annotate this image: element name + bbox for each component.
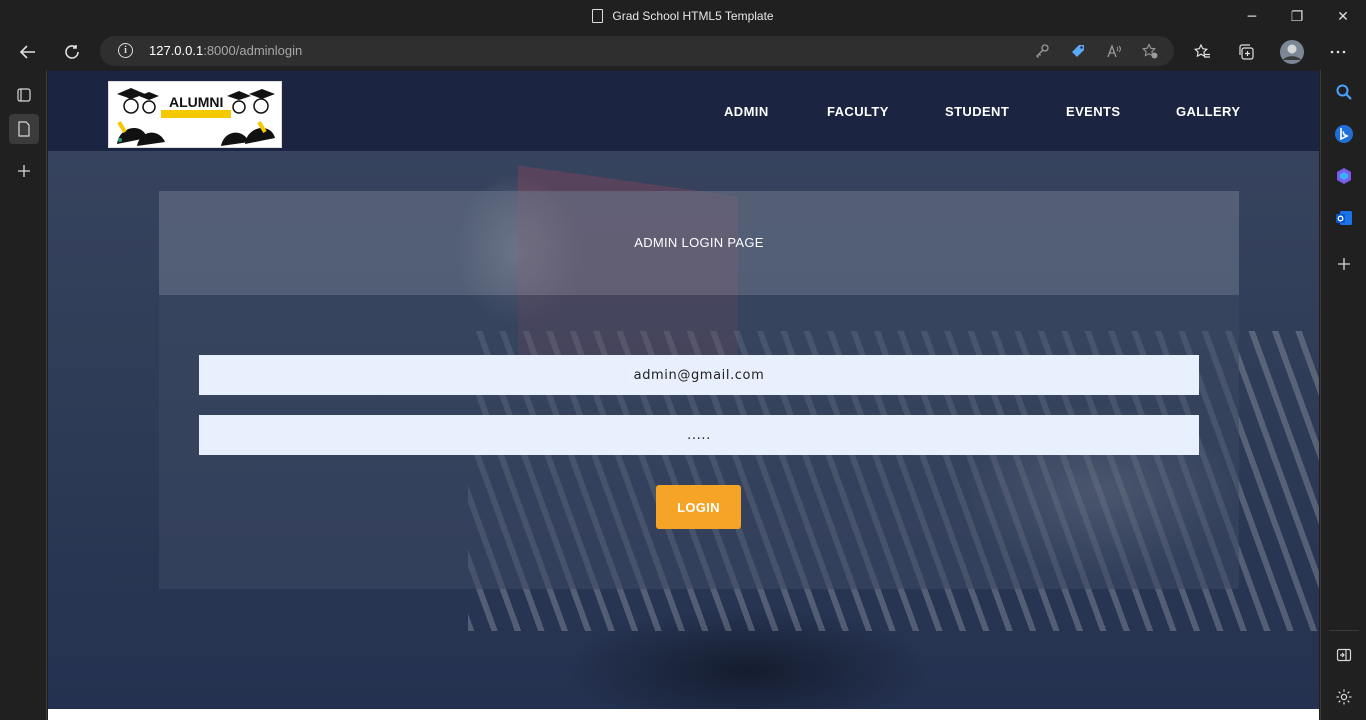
nav-events[interactable]: EVENTS: [1066, 104, 1120, 119]
sidebar-toggle-icon[interactable]: [1332, 643, 1356, 667]
login-panel-header: ADMIN LOGIN PAGE: [159, 191, 1239, 295]
minimize-button[interactable]: ─: [1229, 0, 1275, 34]
nav-student[interactable]: STUDENT: [945, 104, 1009, 119]
alumni-logo[interactable]: ALUMNI: [108, 81, 282, 148]
read-aloud-icon[interactable]: [1106, 43, 1122, 59]
nav-faculty[interactable]: FACULTY: [827, 104, 889, 119]
url-host: 127.0.0.1: [149, 43, 204, 58]
bing-icon[interactable]: [1332, 122, 1356, 146]
collections-icon[interactable]: [1231, 37, 1261, 67]
outlook-icon[interactable]: [1332, 206, 1356, 230]
site-navbar: ALUMNI ADMIN FACULTY STUDENT EVENTS GALL…: [48, 71, 1319, 151]
address-bar[interactable]: i 127.0.0.1:8000/adminlogin: [100, 36, 1174, 66]
vertical-tab-strip: [0, 70, 47, 720]
tab-actions-icon[interactable]: [9, 80, 39, 110]
password-field[interactable]: [199, 415, 1199, 455]
profile-avatar[interactable]: [1277, 37, 1307, 67]
page-tab-icon[interactable]: [9, 114, 39, 144]
favorites-icon[interactable]: [1187, 37, 1217, 67]
search-icon[interactable]: [1332, 80, 1356, 104]
window-title-text: Grad School HTML5 Template: [612, 9, 774, 23]
login-button[interactable]: LOGIN: [656, 485, 741, 529]
new-tab-icon[interactable]: [9, 156, 39, 186]
email-field[interactable]: [199, 355, 1199, 395]
more-icon[interactable]: [1323, 37, 1353, 67]
back-icon[interactable]: [13, 37, 43, 67]
refresh-icon[interactable]: [57, 37, 87, 67]
nav-admin[interactable]: ADMIN: [724, 104, 769, 119]
window-title: Grad School HTML5 Template: [0, 9, 1366, 23]
login-heading: ADMIN LOGIN PAGE: [634, 235, 764, 250]
document-icon: [592, 9, 604, 23]
copilot-icon[interactable]: [1332, 164, 1356, 188]
settings-icon[interactable]: [1332, 685, 1356, 709]
maximize-button[interactable]: ❐: [1274, 0, 1320, 34]
login-form: LOGIN: [159, 295, 1239, 589]
page-bottom-strip: [48, 709, 1319, 720]
key-icon[interactable]: [1034, 43, 1050, 59]
url-path: :8000/adminlogin: [203, 43, 303, 58]
web-page: ALUMNI ADMIN FACULTY STUDENT EVENTS GALL…: [48, 71, 1319, 709]
edge-sidebar: [1320, 70, 1366, 720]
browser-toolbar: i 127.0.0.1:8000/adminlogin: [0, 34, 1366, 70]
sidebar-divider: [1329, 630, 1359, 631]
close-button[interactable]: ✕: [1320, 0, 1366, 34]
logo-text: ALUMNI: [169, 94, 224, 110]
info-icon[interactable]: i: [118, 43, 133, 58]
window-titlebar: Grad School HTML5 Template ─ ❐ ✕: [0, 0, 1366, 34]
url-text[interactable]: 127.0.0.1:8000/adminlogin: [149, 43, 302, 58]
nav-gallery[interactable]: GALLERY: [1176, 104, 1240, 119]
coupon-tag-icon[interactable]: [1070, 43, 1086, 59]
add-favorite-icon[interactable]: [1142, 43, 1158, 59]
add-icon[interactable]: [1332, 252, 1356, 276]
logo-ribbon: [161, 110, 231, 118]
